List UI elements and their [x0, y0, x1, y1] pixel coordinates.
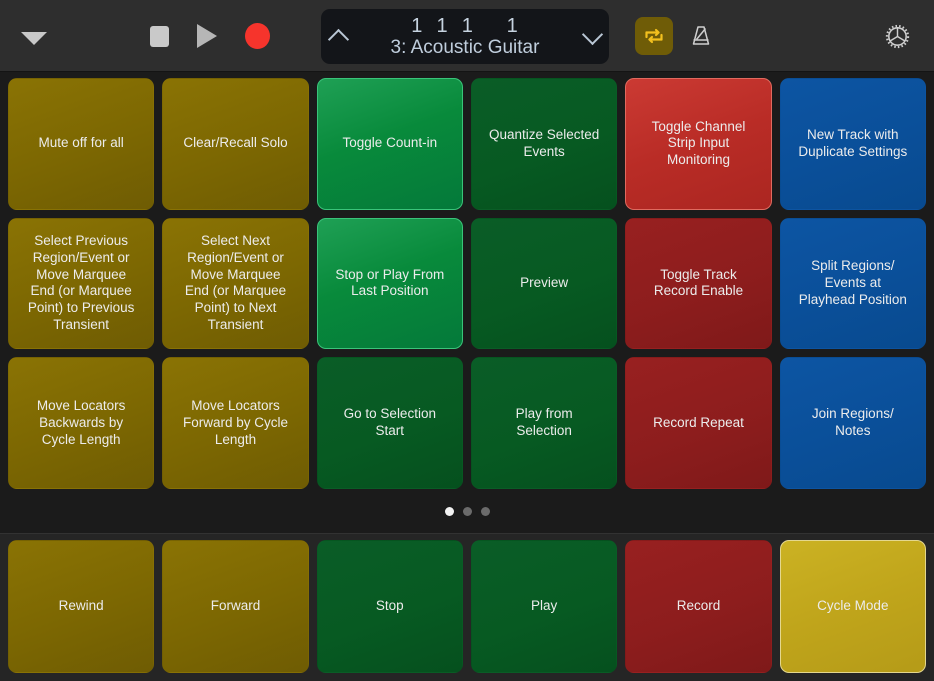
- lcd-display[interactable]: 1 1 1 1 3: Acoustic Guitar: [321, 9, 609, 64]
- grid-button-label: Move Locators Forward by Cycle Length: [183, 398, 288, 449]
- grid-button-14[interactable]: Go to Selection Start: [317, 357, 463, 489]
- grid-button-3[interactable]: Quantize Selected Events: [471, 78, 617, 210]
- chevron-down-icon: [581, 24, 602, 45]
- transport-button-5[interactable]: Cycle Mode: [780, 540, 926, 673]
- button-grid-area: Mute off for all Clear/Recall Solo Toggle …: [0, 72, 934, 533]
- grid-button-6[interactable]: Select Previous Region/Event or Move Mar…: [8, 218, 154, 350]
- grid-button-label: Toggle Track Record Enable: [654, 267, 743, 301]
- transport-button-0[interactable]: Rewind: [8, 540, 154, 673]
- transport-button-label: Cycle Mode: [817, 598, 888, 615]
- transport-button-2[interactable]: Stop: [317, 540, 463, 673]
- play-button[interactable]: [197, 24, 217, 48]
- lcd-previous-track-button[interactable]: [321, 27, 355, 47]
- lcd-next-track-button[interactable]: [575, 31, 609, 42]
- grid-button-9[interactable]: Preview: [471, 218, 617, 350]
- grid-button-label: Mute off for all: [39, 135, 124, 152]
- metronome-button[interactable]: [682, 17, 720, 55]
- grid-button-2[interactable]: Toggle Count-in: [317, 78, 463, 210]
- grid-button-label: Toggle Count-in: [343, 135, 438, 152]
- grid-button-11[interactable]: Split Regions/ Events at Playhead Positi…: [780, 218, 926, 350]
- grid-button-label: Stop or Play From Last Position: [335, 267, 444, 301]
- grid-button-label: Select Previous Region/Event or Move Mar…: [28, 233, 135, 334]
- grid-button-label: Go to Selection Start: [344, 406, 436, 440]
- chevron-up-icon: [327, 28, 348, 49]
- grid-button-7[interactable]: Select Next Region/Event or Move Marquee…: [162, 218, 308, 350]
- grid-button-label: Join Regions/ Notes: [812, 406, 894, 440]
- lcd-track-name: 3: Acoustic Guitar: [391, 38, 540, 57]
- cycle-loop-icon: [642, 24, 666, 48]
- remote-control-app: 1 1 1 1 3: Acoustic Guitar: [0, 0, 934, 681]
- cycle-toggle-button[interactable]: [635, 17, 673, 55]
- lcd-readout: 1 1 1 1 3: Acoustic Guitar: [355, 16, 575, 57]
- grid-button-8[interactable]: Stop or Play From Last Position: [317, 218, 463, 350]
- grid-button-label: Preview: [520, 275, 568, 292]
- transport-button-label: Stop: [376, 598, 404, 615]
- grid-button-label: Move Locators Backwards by Cycle Length: [37, 398, 126, 449]
- transport-button-4[interactable]: Record: [625, 540, 771, 673]
- transport-button-1[interactable]: Forward: [162, 540, 308, 673]
- grid-button-label: Record Repeat: [653, 415, 744, 432]
- gear-icon: [884, 23, 911, 50]
- toolbar-transport-controls: [150, 18, 270, 54]
- transport-button-label: Play: [531, 598, 557, 615]
- play-icon: [197, 24, 217, 48]
- grid-button-17[interactable]: Join Regions/ Notes: [780, 357, 926, 489]
- transport-button-label: Forward: [211, 598, 261, 615]
- page-indicator: [8, 489, 926, 533]
- transport-button-label: Record: [677, 598, 721, 615]
- grid-button-16[interactable]: Record Repeat: [625, 357, 771, 489]
- grid-button-label: Toggle Channel Strip Input Monitoring: [652, 119, 746, 170]
- record-icon: [245, 23, 270, 49]
- grid-button-10[interactable]: Toggle Track Record Enable: [625, 218, 771, 350]
- grid-button-12[interactable]: Move Locators Backwards by Cycle Length: [8, 357, 154, 489]
- lcd-position-value: 1 1 1 1: [411, 16, 519, 36]
- toolbar: 1 1 1 1 3: Acoustic Guitar: [0, 0, 934, 72]
- transport-button-3[interactable]: Play: [471, 540, 617, 673]
- grid-button-label: New Track with Duplicate Settings: [798, 127, 907, 161]
- stop-icon: [150, 26, 169, 47]
- stop-button[interactable]: [150, 26, 169, 47]
- menu-disclosure-arrow-icon[interactable]: [20, 24, 48, 48]
- settings-button[interactable]: [878, 17, 916, 55]
- bottom-transport-area: Rewind Forward Stop Play Record Cycle Mode: [0, 533, 934, 681]
- grid-button-label: Play from Selection: [516, 406, 573, 440]
- triangle-down-glyph: [21, 32, 47, 45]
- grid-button-label: Split Regions/ Events at Playhead Positi…: [799, 258, 907, 309]
- bottom-transport-grid: Rewind Forward Stop Play Record Cycle Mode: [8, 540, 926, 673]
- grid-button-0[interactable]: Mute off for all: [8, 78, 154, 210]
- grid-button-label: Clear/Recall Solo: [183, 135, 287, 152]
- page-dot-1[interactable]: [445, 507, 454, 516]
- grid-button-label: Quantize Selected Events: [489, 127, 599, 161]
- grid-button-4[interactable]: Toggle Channel Strip Input Monitoring: [625, 78, 771, 210]
- button-grid: Mute off for all Clear/Recall Solo Toggle …: [8, 78, 926, 489]
- grid-button-15[interactable]: Play from Selection: [471, 357, 617, 489]
- metronome-icon: [688, 23, 714, 49]
- grid-button-5[interactable]: New Track with Duplicate Settings: [780, 78, 926, 210]
- transport-button-label: Rewind: [59, 598, 104, 615]
- grid-button-1[interactable]: Clear/Recall Solo: [162, 78, 308, 210]
- record-button[interactable]: [245, 23, 270, 49]
- grid-button-13[interactable]: Move Locators Forward by Cycle Length: [162, 357, 308, 489]
- page-dot-3[interactable]: [481, 507, 490, 516]
- page-dot-2[interactable]: [463, 507, 472, 516]
- grid-button-label: Select Next Region/Event or Move Marquee…: [185, 233, 286, 334]
